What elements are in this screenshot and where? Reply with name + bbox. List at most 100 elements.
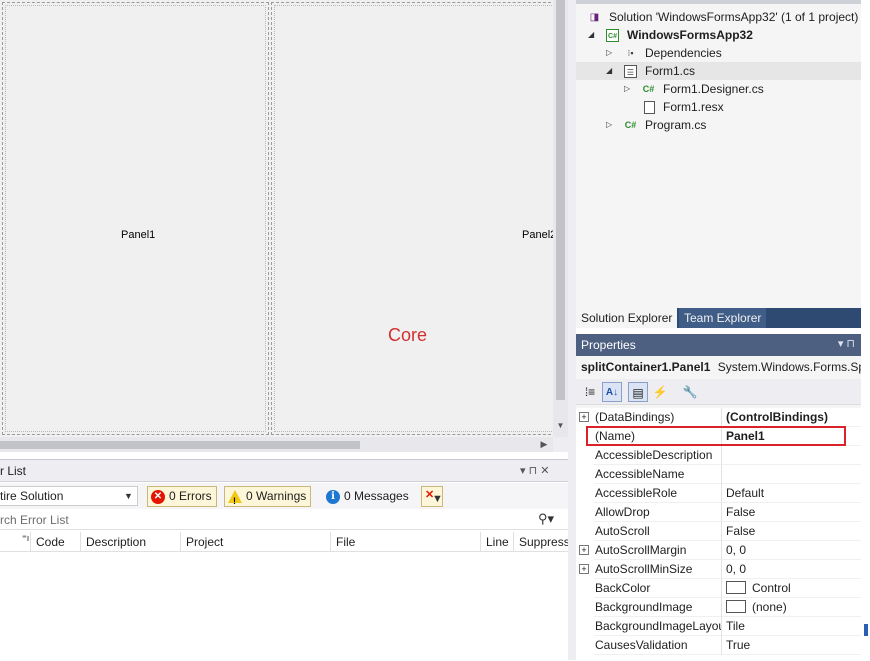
expand-arrow-icon[interactable]: ▷: [606, 44, 612, 62]
search-icon[interactable]: ⚲▾: [538, 511, 554, 527]
property-row[interactable]: AllowDrop False: [576, 503, 861, 522]
clear-filter-button[interactable]: ✕ ▼: [421, 486, 443, 507]
categorized-icon[interactable]: ⁞≡: [580, 382, 600, 402]
property-name: AccessibleName: [594, 465, 721, 484]
column-header-icon[interactable]: ⁼ı: [0, 532, 30, 552]
scroll-right-arrow-icon[interactable]: ▶: [538, 438, 550, 451]
property-value[interactable]: [721, 446, 861, 465]
tab-team-explorer[interactable]: Team Explorer: [679, 308, 767, 328]
property-name: AccessibleRole: [594, 484, 721, 503]
tree-item-form1-resx[interactable]: Form1.resx: [576, 98, 861, 116]
column-header-file[interactable]: File: [330, 532, 480, 552]
object-selector[interactable]: splitContainer1.Panel1 System.Windows.Fo…: [576, 357, 861, 377]
csharp-file-icon: C#: [624, 120, 637, 130]
tree-item-solution[interactable]: ◨ Solution 'WindowsFormsApp32' (1 of 1 p…: [576, 8, 861, 26]
property-value[interactable]: [721, 465, 861, 484]
error-list-title-bar: r List ▾ ⊓ ✕: [0, 460, 568, 482]
expand-plus-icon[interactable]: +: [579, 545, 589, 555]
property-name: AutoScroll: [594, 522, 721, 541]
property-value[interactable]: (ControlBindings): [721, 408, 861, 427]
collapse-arrow-icon[interactable]: ◢: [588, 26, 594, 44]
events-icon[interactable]: ⚡: [650, 382, 670, 402]
property-row[interactable]: AccessibleName: [576, 465, 861, 484]
property-name: AllowDrop: [594, 503, 721, 522]
property-value[interactable]: False: [721, 522, 861, 541]
property-row[interactable]: AutoScroll False: [576, 522, 861, 541]
panel1-border: [5, 5, 266, 432]
property-pages-icon[interactable]: 🔧: [680, 382, 700, 402]
tree-item-program[interactable]: ▷ C# Program.cs: [576, 116, 861, 134]
property-row[interactable]: + AutoScrollMargin 0, 0: [576, 541, 861, 560]
property-name: (DataBindings): [594, 408, 721, 427]
property-row[interactable]: BackgroundImage (none): [576, 598, 861, 617]
column-header-line[interactable]: Line: [480, 532, 513, 552]
expand-plus-icon[interactable]: +: [579, 412, 589, 422]
column-header-code[interactable]: Code: [30, 532, 80, 552]
property-name: AccessibleDescription: [594, 446, 721, 465]
column-header-suppress[interactable]: Suppress: [513, 532, 568, 552]
property-row[interactable]: BackgroundImageLayout Tile: [576, 617, 861, 636]
property-value[interactable]: Default: [721, 484, 861, 503]
properties-icon[interactable]: ▤: [628, 382, 648, 402]
properties-toolbar: ⁞≡ A↓ ▤ ⚡ 🔧: [576, 379, 861, 405]
tree-label-form1-designer: Form1.Designer.cs: [663, 82, 764, 96]
warning-icon: !: [228, 490, 242, 506]
dependencies-icon: ⁝▪: [627, 48, 634, 58]
funnel-icon: ▼: [432, 493, 443, 505]
tree-item-form1[interactable]: ◢ ☰ Form1.cs: [576, 62, 861, 80]
property-value[interactable]: 0, 0: [721, 560, 861, 579]
property-row[interactable]: + AutoScrollMinSize 0, 0: [576, 560, 861, 579]
property-row[interactable]: + (DataBindings) (ControlBindings): [576, 408, 861, 427]
horizontal-scroll-thumb[interactable]: [0, 441, 360, 449]
edge-marker: [864, 624, 868, 636]
error-icon: ✕: [151, 489, 165, 504]
properties-window-buttons[interactable]: ▾ ⊓: [838, 337, 855, 350]
warnings-filter-button[interactable]: ! 0 Warnings: [224, 486, 312, 507]
messages-count: 0 Messages: [344, 489, 409, 503]
alphabetical-icon[interactable]: A↓: [602, 382, 622, 402]
designer-horizontal-scrollbar[interactable]: ▶: [0, 437, 553, 452]
tab-solution-explorer[interactable]: Solution Explorer: [576, 308, 678, 328]
tree-item-project[interactable]: ◢ C# WindowsFormsApp32: [576, 26, 861, 44]
property-value[interactable]: Tile: [721, 617, 861, 636]
property-value[interactable]: False: [721, 503, 861, 522]
property-value[interactable]: 0, 0: [721, 541, 861, 560]
error-list-title: r List: [0, 464, 27, 478]
property-value[interactable]: True: [721, 636, 861, 655]
property-row[interactable]: AccessibleRole Default: [576, 484, 861, 503]
collapse-arrow-icon[interactable]: ◢: [606, 62, 612, 80]
expand-arrow-icon[interactable]: ▷: [624, 80, 630, 98]
info-icon: i: [326, 489, 340, 504]
explorer-tab-strip: Solution Explorer Team Explorer: [576, 308, 861, 328]
error-list-toolbar: tire Solution ▼ ✕ 0 Errors ! 0 Warnings …: [0, 483, 568, 509]
property-row[interactable]: AccessibleDescription: [576, 446, 861, 465]
property-name: CausesValidation: [594, 636, 721, 655]
expand-plus-icon[interactable]: +: [579, 564, 589, 574]
property-name: AutoScrollMinSize: [594, 560, 721, 579]
error-list-window-buttons[interactable]: ▾ ⊓ ✕: [520, 464, 549, 477]
tree-item-form1-designer[interactable]: ▷ C# Form1.Designer.cs: [576, 80, 861, 98]
expand-arrow-icon[interactable]: ▷: [606, 116, 612, 134]
error-list-window: r List ▾ ⊓ ✕ tire Solution ▼ ✕ 0 Errors …: [0, 459, 568, 661]
errors-filter-button[interactable]: ✕ 0 Errors: [147, 486, 217, 507]
property-row[interactable]: BackColor Control: [576, 579, 861, 598]
property-value-color[interactable]: Control: [721, 579, 861, 598]
tree-item-dependencies[interactable]: ▷ ⁝▪ Dependencies: [576, 44, 861, 62]
panel1[interactable]: Panel1: [2, 2, 269, 435]
property-row[interactable]: CausesValidation True: [576, 636, 861, 655]
error-list-search-box[interactable]: rch Error List ⚲▾: [0, 510, 568, 530]
property-value-image[interactable]: (none): [721, 598, 861, 617]
window-splitter[interactable]: [568, 0, 576, 660]
right-edge: [861, 0, 870, 660]
column-header-project[interactable]: Project: [180, 532, 330, 552]
vertical-scroll-thumb[interactable]: [556, 0, 565, 400]
messages-filter-button[interactable]: i 0 Messages: [322, 486, 414, 507]
csharp-file-icon: C#: [642, 84, 655, 94]
column-header-description[interactable]: Description: [80, 532, 180, 552]
panel2-label: Panel2: [522, 229, 553, 241]
designer-vertical-scrollbar[interactable]: ▼: [553, 0, 568, 437]
panel2[interactable]: Panel2: [271, 2, 553, 435]
scope-dropdown[interactable]: tire Solution ▼: [0, 486, 138, 506]
name-property-highlight: [586, 426, 846, 446]
scroll-down-arrow-icon[interactable]: ▼: [556, 420, 565, 432]
